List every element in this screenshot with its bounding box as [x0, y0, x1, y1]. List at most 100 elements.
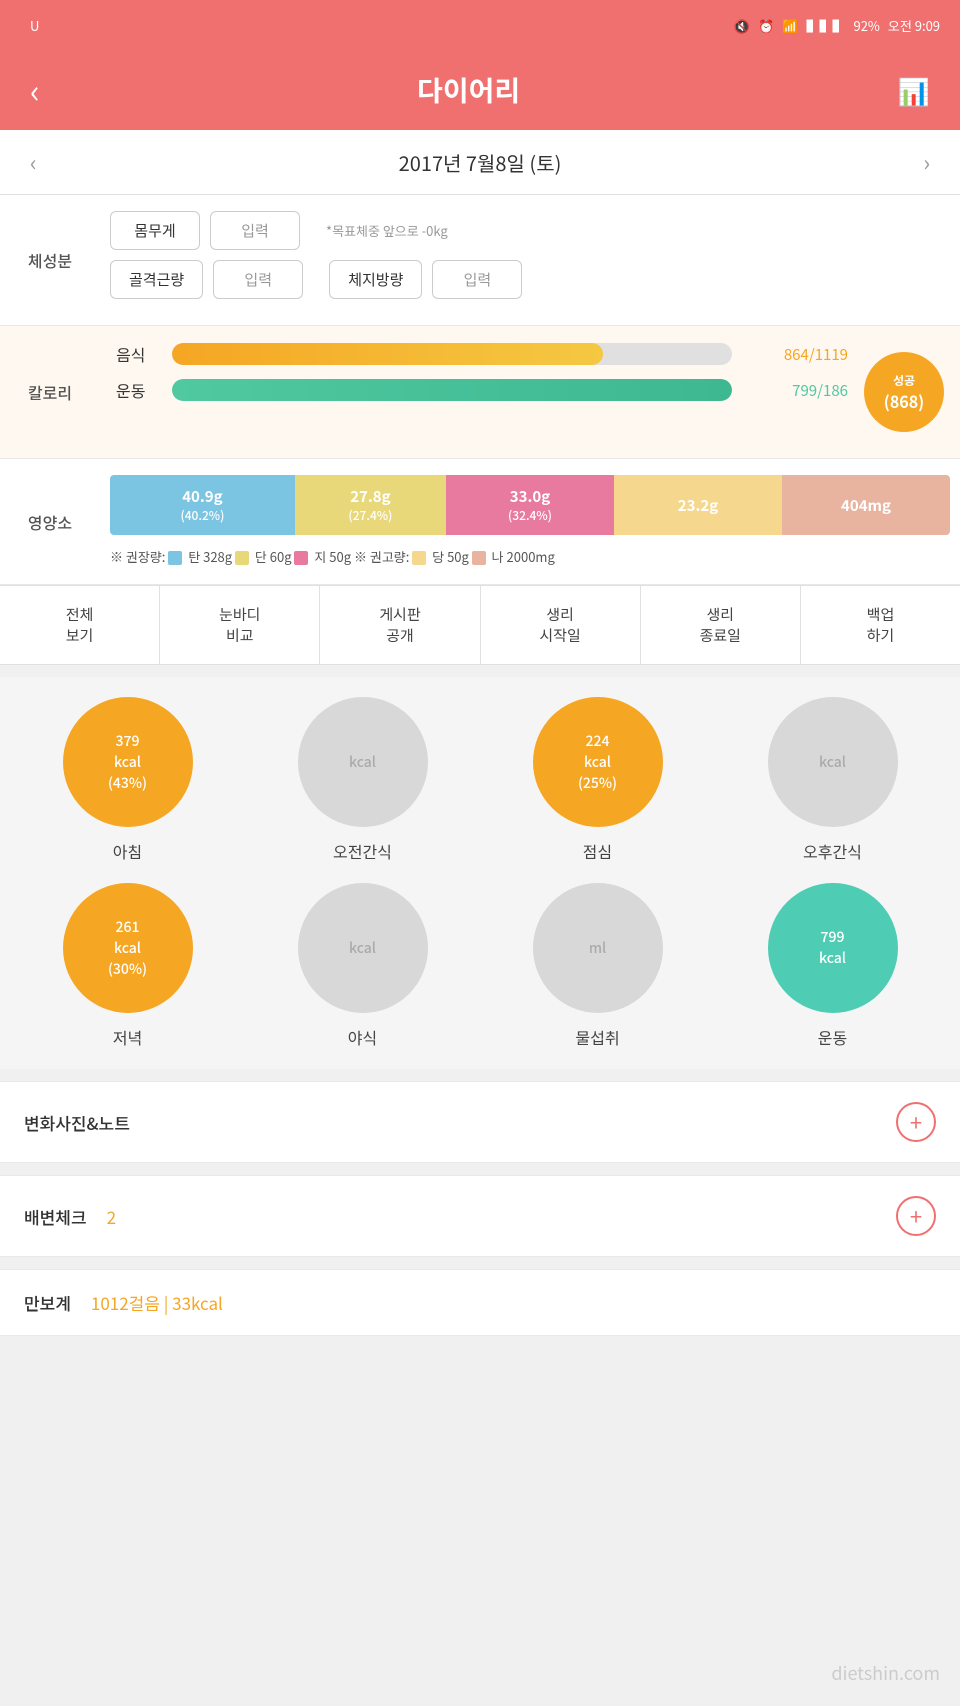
legend-sugar-dot — [412, 551, 426, 565]
board-public-button[interactable]: 게시판공개 — [320, 586, 480, 664]
calorie-section: 칼로리 음식 864/1119 운동 799/186 성공 (868) — [0, 326, 960, 459]
battery-text: 92% — [854, 16, 880, 35]
target-weight-text: *목표체중 앞으로 -0kg — [326, 221, 448, 240]
weight-label-button[interactable]: 몸무게 — [110, 211, 200, 250]
food-bar-container — [172, 343, 732, 365]
meal-lunch: 224kcal(25%) 점심 — [490, 697, 705, 863]
nutr-protein: 27.8g (27.4%) — [295, 475, 446, 535]
exercise-meal-label: 운동 — [818, 1025, 847, 1049]
exercise-values: 799/186 — [748, 380, 848, 401]
app-logo: U — [30, 16, 39, 35]
watermark: dietshin.com — [831, 1660, 940, 1686]
dinner-label: 저녁 — [113, 1025, 142, 1049]
meal-dinner: 261kcal(30%) 저녁 — [20, 883, 235, 1049]
badge-label: 성공 — [893, 372, 915, 389]
meal-exercise: 799kcal 운동 — [725, 883, 940, 1049]
food-label: 음식 — [116, 342, 156, 366]
muscle-label-button[interactable]: 골격근량 — [110, 260, 203, 299]
nutrition-label: 영양소 — [0, 475, 100, 568]
water-circle[interactable]: ml — [533, 883, 663, 1013]
body-compare-button[interactable]: 눈바디비교 — [160, 586, 320, 664]
current-date: 2017년 7월8일 (토) — [399, 148, 562, 177]
dinner-circle[interactable]: 261kcal(30%) — [63, 883, 193, 1013]
nutrition-bar-row: 40.9g (40.2%) 27.8g (27.4%) 33.0g (32.4%… — [110, 475, 950, 535]
bowel-value: 2 — [107, 1204, 896, 1229]
pedometer-section: 만보계 1012걸음 | 33kcal — [0, 1269, 960, 1336]
header: ‹ 다이어리 📊 — [0, 50, 960, 130]
pedometer-value: 1012걸음 | 33kcal — [91, 1290, 936, 1315]
lunch-label: 점심 — [583, 839, 612, 863]
water-label: 물섭취 — [575, 1025, 619, 1049]
exercise-calorie-row: 운동 799/186 — [116, 378, 848, 402]
body-comp-inputs: 몸무게 입력 *목표체중 앞으로 -0kg 골격근량 입력 체지방량 입력 — [100, 211, 960, 309]
fat-label-button[interactable]: 체지방량 — [329, 260, 422, 299]
calorie-badge: 성공 (868) — [864, 352, 944, 432]
calorie-content: 음식 864/1119 운동 799/186 — [100, 342, 864, 442]
page-title: 다이어리 — [417, 70, 520, 110]
meal-breakfast: 379kcal(43%) 아침 — [20, 697, 235, 863]
afternoon-snack-label: 오후간식 — [803, 839, 862, 863]
nutrition-section: 영양소 40.9g (40.2%) 27.8g (27.4%) 33.0g (3… — [0, 459, 960, 585]
nutr-sodium: 404mg — [782, 475, 950, 535]
night-snack-label: 야식 — [348, 1025, 377, 1049]
backup-button[interactable]: 백업하기 — [801, 586, 960, 664]
bowel-add-button[interactable]: + — [896, 1196, 936, 1236]
legend-fat-dot — [294, 551, 308, 565]
badge-value: (868) — [884, 389, 924, 413]
meal-morning-snack: kcal 오전간식 — [255, 697, 470, 863]
all-view-button[interactable]: 전체보기 — [0, 586, 160, 664]
status-icons: 🔇 ⏰ 📶 ▌▌▌ 92% 오전 9:09 — [734, 16, 940, 35]
photo-note-label: 변화사진&노트 — [24, 1110, 130, 1135]
photo-note-add-button[interactable]: + — [896, 1102, 936, 1142]
nutrition-legend: ※ 권장량: 탄 328g 단 60g 지 50g ※ 권고량: 당 50g 나… — [110, 545, 950, 568]
meal-water: ml 물섭취 — [490, 883, 705, 1049]
photo-note-section: 변화사진&노트 + — [0, 1081, 960, 1163]
breakfast-label: 아침 — [113, 839, 142, 863]
afternoon-snack-circle[interactable]: kcal — [768, 697, 898, 827]
legend-carb-dot — [168, 551, 182, 565]
signal-icon: ▌▌▌ — [806, 16, 845, 35]
chart-icon[interactable]: 📊 — [898, 72, 930, 109]
exercise-label: 운동 — [116, 378, 156, 402]
morning-snack-circle[interactable]: kcal — [298, 697, 428, 827]
exercise-bar-container — [172, 379, 732, 401]
prev-date-button[interactable]: ‹ — [30, 146, 37, 178]
body-comp-label: 체성분 — [0, 211, 100, 309]
fat-input-button[interactable]: 입력 — [432, 260, 522, 299]
meal-night-snack: kcal 야식 — [255, 883, 470, 1049]
breakfast-circle[interactable]: 379kcal(43%) — [63, 697, 193, 827]
food-calorie-row: 음식 864/1119 — [116, 342, 848, 366]
legend-protein-dot — [235, 551, 249, 565]
body-composition-section: 체성분 몸무게 입력 *목표체중 앞으로 -0kg 골격근량 입력 체지방량 입… — [0, 195, 960, 326]
action-buttons: 전체보기 눈바디비교 게시판공개 생리시작일 생리종료일 백업하기 — [0, 585, 960, 665]
bowel-label: 배변체크 — [24, 1204, 87, 1229]
mute-icon: 🔇 — [734, 16, 750, 35]
alarm-icon: ⏰ — [758, 16, 774, 35]
back-button[interactable]: ‹ — [30, 67, 40, 113]
bowel-check-section: 배변체크 2 + — [0, 1175, 960, 1257]
morning-snack-label: 오전간식 — [333, 839, 392, 863]
period-end-button[interactable]: 생리종료일 — [641, 586, 801, 664]
pedometer-label: 만보계 — [24, 1290, 71, 1315]
exercise-circle[interactable]: 799kcal — [768, 883, 898, 1013]
food-values: 864/1119 — [748, 344, 848, 365]
next-date-button[interactable]: › — [923, 146, 930, 178]
wifi-icon: 📶 — [782, 16, 798, 35]
time-text: 오전 9:09 — [888, 16, 940, 35]
status-bar: U 🔇 ⏰ 📶 ▌▌▌ 92% 오전 9:09 — [0, 0, 960, 50]
nutrition-bars: 40.9g (40.2%) 27.8g (27.4%) 33.0g (32.4%… — [100, 475, 960, 568]
lunch-circle[interactable]: 224kcal(25%) — [533, 697, 663, 827]
exercise-bar — [172, 379, 732, 401]
calorie-label: 칼로리 — [0, 342, 100, 442]
muscle-input-button[interactable]: 입력 — [213, 260, 303, 299]
meals-grid: 379kcal(43%) 아침 kcal 오전간식 224kcal(25%) 점… — [0, 677, 960, 1069]
night-snack-circle[interactable]: kcal — [298, 883, 428, 1013]
legend-sodium-dot — [472, 551, 486, 565]
date-navigation: ‹ 2017년 7월8일 (토) › — [0, 130, 960, 195]
period-start-button[interactable]: 생리시작일 — [481, 586, 641, 664]
nutr-sugar: 23.2g — [614, 475, 782, 535]
nutr-fat: 33.0g (32.4%) — [446, 475, 614, 535]
weight-input-button[interactable]: 입력 — [210, 211, 300, 250]
food-bar — [172, 343, 603, 365]
meal-afternoon-snack: kcal 오후간식 — [725, 697, 940, 863]
